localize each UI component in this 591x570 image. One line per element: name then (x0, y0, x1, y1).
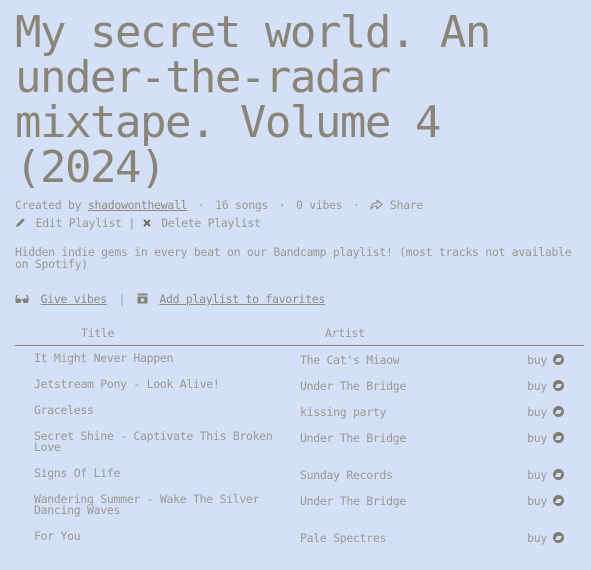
track-title: Jetstream Pony - Look Alive! (34, 377, 220, 391)
track-artist: Pale Spectres (300, 531, 387, 545)
bandcamp-icon (553, 432, 564, 443)
table-row: Signs Of Life Sunday Records buy (15, 461, 584, 487)
table-row: Wandering Summer - Wake The Silver Danci… (15, 487, 584, 524)
track-artist: kissing party (300, 405, 387, 419)
track-artist: Under The Bridge (300, 494, 406, 508)
songs-count: 16 songs (215, 198, 269, 212)
column-header-artist: Artist (281, 326, 490, 346)
track-title: For You (34, 529, 81, 543)
playlist-description: Hidden indie gems in every beat on our B… (15, 245, 572, 271)
tracks-table: Title Artist It Might Never Happen The C… (15, 326, 584, 550)
track-artist: Under The Bridge (300, 379, 406, 393)
bandcamp-icon (553, 380, 564, 391)
table-row: For You Pale Spectres buy (15, 524, 584, 550)
share-icon (370, 198, 390, 212)
delete-playlist-button[interactable]: Delete Playlist (142, 216, 261, 230)
buy-link[interactable]: buy (489, 398, 584, 424)
buy-label: buy (527, 494, 547, 508)
buy-link[interactable]: buy (489, 424, 584, 461)
buy-label: buy (527, 468, 547, 482)
edit-playlist-label: Edit Playlist (35, 216, 122, 230)
track-artist: Sunday Records (300, 468, 393, 482)
bandcamp-icon (553, 532, 564, 543)
playlist-page: My secret world. An under-the-radar mixt… (0, 10, 591, 550)
buy-link[interactable]: buy (489, 524, 584, 550)
bandcamp-icon (553, 469, 564, 480)
bandcamp-icon (553, 406, 564, 417)
vibes-count: 0 vibes (295, 198, 343, 212)
buy-link[interactable]: buy (489, 487, 584, 524)
share-button[interactable]: Share (370, 198, 423, 212)
separator-dot: · (278, 198, 286, 212)
x-icon (142, 216, 159, 230)
share-label: Share (389, 198, 423, 212)
buy-link[interactable]: buy (489, 346, 584, 373)
track-title: Secret Shine - Captivate This Broken Lov… (34, 429, 273, 454)
delete-playlist-label: Delete Playlist (161, 216, 261, 230)
table-row: Secret Shine - Captivate This Broken Lov… (15, 424, 584, 461)
buy-link[interactable]: buy (489, 461, 584, 487)
playlist-admin-actions: Edit Playlist | Delete Playlist (15, 216, 584, 230)
table-header-row: Title Artist (15, 326, 584, 346)
buy-label: buy (527, 431, 547, 445)
table-row: It Might Never Happen The Cat's Miaow bu… (15, 346, 584, 373)
track-title: Wandering Summer - Wake The Silver Danci… (34, 492, 260, 517)
column-header-buy (489, 326, 584, 346)
edit-playlist-button[interactable]: Edit Playlist (15, 216, 128, 230)
creator-link[interactable]: shadowonthewall (88, 198, 188, 212)
bandcamp-icon (553, 354, 564, 365)
give-vibes-link[interactable]: Give vibes (41, 292, 108, 306)
separator-dot: · (197, 198, 205, 212)
playlist-meta: Created by shadowonthewall · 16 songs · … (15, 198, 584, 212)
separator-dot: · (352, 198, 360, 212)
table-row: Jetstream Pony - Look Alive! Under The B… (15, 372, 584, 398)
separator-pipe: | (128, 216, 142, 230)
column-header-title: Title (15, 326, 281, 346)
buy-label: buy (527, 379, 547, 393)
playlist-title: My secret world. An under-the-radar mixt… (15, 7, 491, 193)
track-artist: The Cat's Miaow (300, 353, 400, 367)
track-title: Graceless (34, 403, 94, 417)
glasses-icon (15, 292, 36, 306)
pencil-icon (15, 216, 33, 230)
playlist-social-actions: Give vibes | Add playlist to favorites (15, 292, 584, 306)
buy-label: buy (527, 353, 547, 367)
archive-box-icon (137, 292, 155, 306)
buy-link[interactable]: buy (489, 372, 584, 398)
buy-label: buy (527, 405, 547, 419)
track-title: It Might Never Happen (34, 351, 174, 365)
separator-pipe: | (118, 292, 126, 306)
add-to-favorites-link[interactable]: Add playlist to favorites (159, 292, 325, 306)
buy-label: buy (527, 531, 547, 545)
track-title: Signs Of Life (34, 466, 121, 480)
table-row: Graceless kissing party buy (15, 398, 584, 424)
track-artist: Under The Bridge (300, 431, 406, 445)
created-by-label: Created by (15, 198, 82, 212)
bandcamp-icon (553, 495, 564, 506)
